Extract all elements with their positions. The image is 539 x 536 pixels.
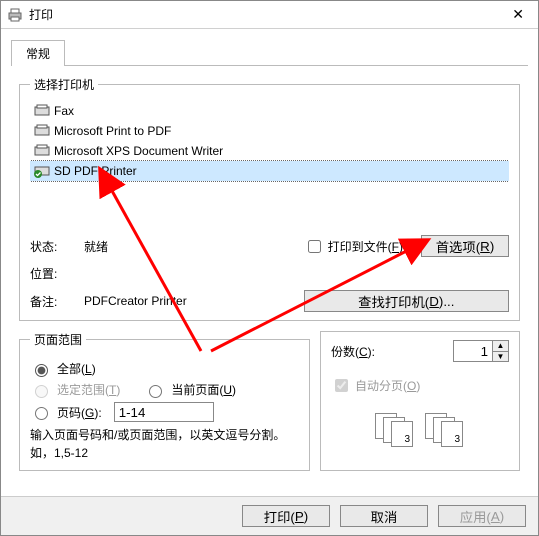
page-range-group: 页面范围 全部(L) 选定范围(T) 当前页面(U) — [19, 331, 310, 471]
printer-item-icon — [34, 104, 50, 118]
comment-label: 备注: — [30, 293, 78, 310]
copies-spinner[interactable]: ▲ ▼ — [453, 340, 509, 362]
close-button[interactable]: ✕ — [504, 6, 532, 23]
comment-value: PDFCreator Printer — [84, 294, 298, 308]
cancel-button[interactable]: 取消 — [340, 505, 428, 527]
pages-input[interactable] — [114, 402, 214, 422]
print-to-file-checkbox[interactable]: 打印到文件(F) — [304, 237, 403, 256]
printer-item-label: Fax — [54, 104, 74, 118]
range-selection-radio — [35, 385, 48, 398]
print-to-file-input[interactable] — [308, 240, 321, 253]
printer-item-xps[interactable]: Microsoft XPS Document Writer — [30, 141, 509, 161]
location-label: 位置: — [30, 265, 78, 282]
print-button[interactable]: 打印(P) — [242, 505, 330, 527]
printer-list[interactable]: Fax Microsoft Print to PDF Microsoft XPS… — [30, 101, 509, 231]
status-label: 状态: — [30, 238, 78, 255]
tab-panel: 选择打印机 Fax Microsoft Print to PDF Microso… — [11, 66, 528, 485]
printer-item-fax[interactable]: Fax — [30, 101, 509, 121]
printer-item-mspdf[interactable]: Microsoft Print to PDF — [30, 121, 509, 141]
label-text: 打印到文件(F) — [328, 238, 403, 255]
printer-default-check-icon — [34, 164, 50, 178]
range-current-radio[interactable] — [149, 385, 162, 398]
collate-graphic: 1 2 3 1 2 3 — [331, 413, 509, 447]
range-selection-current: 选定范围(T) 当前页面(U) — [30, 381, 299, 398]
label-text: 全部(L) — [57, 360, 96, 377]
label-text: 自动分页(O) — [355, 377, 420, 394]
range-pages-radio[interactable] — [35, 407, 48, 420]
titlebar: 打印 ✕ — [1, 1, 538, 29]
printer-group-legend: 选择打印机 — [30, 76, 98, 93]
printer-item-label: Microsoft Print to PDF — [54, 124, 171, 138]
page-range-note: 输入页面号码和/或页面范围，以英文逗号分割。如，1,5-12 — [30, 426, 299, 462]
copies-input[interactable] — [454, 341, 492, 361]
printer-group: 选择打印机 Fax Microsoft Print to PDF Microso… — [19, 76, 520, 321]
copies-group: 份数(C): ▲ ▼ 自动分页(O) — [320, 331, 520, 471]
collate-input — [335, 379, 348, 392]
printer-item-label: Microsoft XPS Document Writer — [54, 144, 223, 158]
printer-icon — [7, 7, 23, 23]
printer-item-label: SD PDF Printer — [54, 164, 137, 178]
range-all-radio[interactable] — [35, 364, 48, 377]
tab-general[interactable]: 常规 — [11, 40, 65, 66]
print-dialog: 打印 ✕ 常规 选择打印机 Fax Microsoft Print to PDF — [0, 0, 539, 536]
client-area: 常规 选择打印机 Fax Microsoft Print to PDF — [1, 29, 538, 493]
dialog-footer: 打印(P) 取消 应用(A) — [1, 496, 538, 535]
range-pages[interactable]: 页码(G): — [30, 402, 299, 422]
copies-label: 份数(C): — [331, 343, 375, 360]
apply-button: 应用(A) — [438, 505, 526, 527]
spin-down[interactable]: ▼ — [493, 352, 508, 362]
printer-item-icon — [34, 124, 50, 138]
printer-item-sdpdf[interactable]: SD PDF Printer — [30, 161, 509, 181]
label-text: 页码(G): — [57, 404, 102, 421]
spin-up[interactable]: ▲ — [493, 341, 508, 352]
label-text: 当前页面(U) — [171, 381, 236, 398]
collate-checkbox: 自动分页(O) — [331, 376, 509, 395]
preferences-button[interactable]: 首选项(R) — [421, 235, 509, 257]
printer-item-icon — [34, 144, 50, 158]
window-title: 打印 — [29, 6, 504, 23]
find-printer-button[interactable]: 查找打印机(D)... — [304, 290, 509, 312]
label-text: 选定范围(T) — [57, 381, 120, 398]
tabstrip: 常规 — [11, 39, 528, 66]
status-value: 就绪 — [84, 238, 298, 255]
range-all[interactable]: 全部(L) — [30, 360, 299, 377]
page-range-legend: 页面范围 — [30, 331, 86, 348]
